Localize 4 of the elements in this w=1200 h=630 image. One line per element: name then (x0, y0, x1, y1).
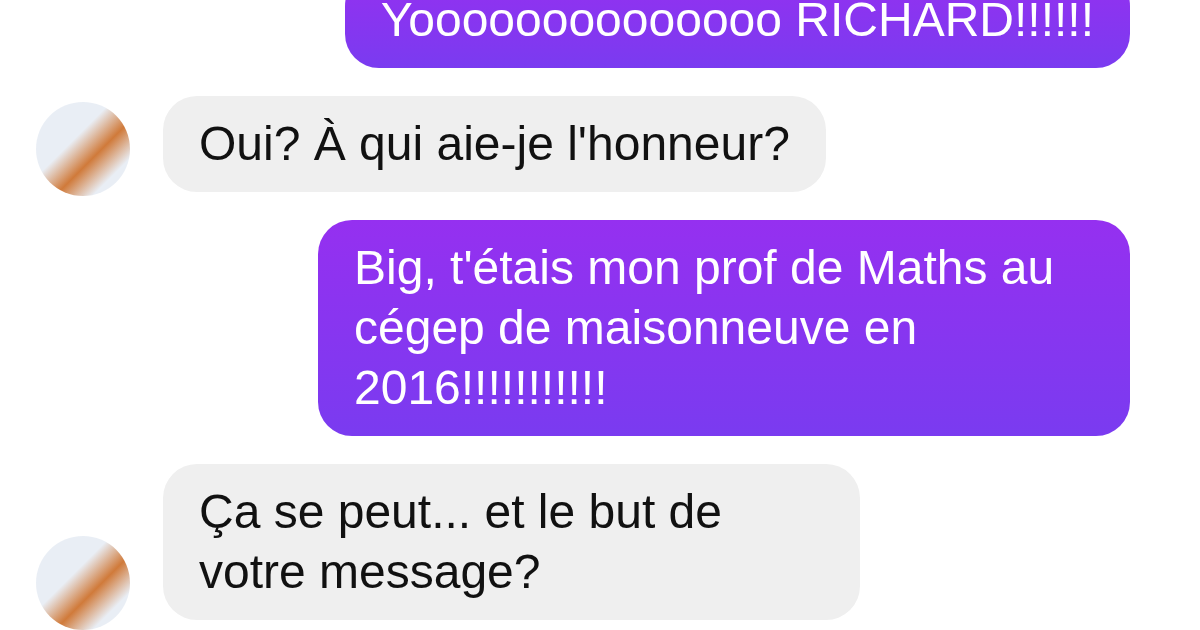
sent-message-bubble: Big, t'étais mon prof de Maths au cégep de maisonneuve en 2016!!!!!!!!!!! (318, 220, 1130, 436)
received-message-bubble: Ça se peut... et le but de votre message? (163, 464, 860, 620)
sent-message-bubble: Yoooooooooooooo RICHARD!!!!!! (344, 0, 1130, 68)
received-message-bubble: Oui? À qui aie-je l'honneur? (163, 96, 826, 192)
